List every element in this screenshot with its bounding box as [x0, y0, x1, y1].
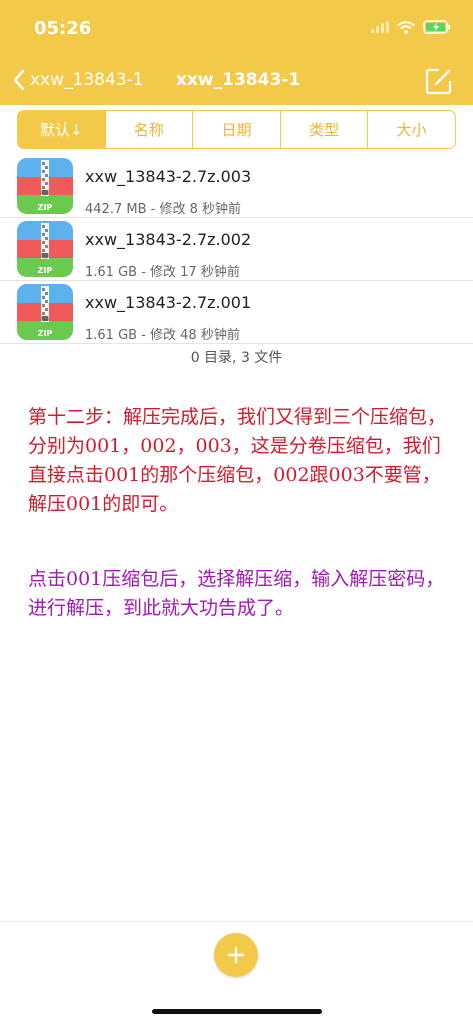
file-name: xxw_13843-2.7z.003	[85, 167, 252, 186]
zip-archive-icon: ZIP	[17, 158, 73, 214]
plus-icon	[227, 946, 245, 964]
status-bar: 05:26	[0, 0, 473, 56]
sort-tab-default[interactable]: 默认↓	[18, 111, 105, 148]
svg-text:ZIP: ZIP	[38, 266, 53, 275]
back-button-label: xxw_13843-1	[30, 70, 144, 90]
navigation-bar: xxw_13843-1 xxw_13843-1	[0, 56, 473, 104]
home-indicator	[152, 1009, 322, 1014]
svg-text:ZIP: ZIP	[38, 329, 53, 338]
file-list: ZIP xxw_13843-2.7z.003 442.7 MB - 修改 8 秒…	[0, 155, 473, 344]
app-header: 05:26 xxw_13843-1 xxw_13843-1	[0, 0, 473, 105]
file-row-002[interactable]: ZIP xxw_13843-2.7z.002 1.61 GB - 修改 17 秒…	[0, 218, 473, 281]
edit-icon	[425, 68, 452, 95]
svg-text:ZIP: ZIP	[38, 203, 53, 212]
zip-archive-icon: ZIP	[17, 221, 73, 277]
file-row-001[interactable]: ZIP xxw_13843-2.7z.001 1.61 GB - 修改 48 秒…	[0, 281, 473, 344]
sort-tab-size[interactable]: 大小	[367, 111, 455, 148]
battery-charging-icon	[423, 20, 450, 34]
cellular-signal-icon	[371, 21, 389, 33]
page-title: xxw_13843-1	[176, 70, 301, 90]
status-time: 05:26	[34, 18, 92, 39]
back-button[interactable]: xxw_13843-1	[12, 65, 144, 95]
file-meta: 442.7 MB - 修改 8 秒钟前	[85, 202, 241, 217]
zip-archive-icon: ZIP	[17, 284, 73, 340]
file-row-003[interactable]: ZIP xxw_13843-2.7z.003 442.7 MB - 修改 8 秒…	[0, 155, 473, 218]
wifi-icon	[397, 20, 415, 34]
file-meta: 1.61 GB - 修改 48 秒钟前	[85, 328, 240, 343]
sort-segmented-control: 默认↓ 名称 日期 类型 大小	[17, 110, 456, 149]
sort-tab-name[interactable]: 名称	[104, 111, 193, 148]
sort-tab-type[interactable]: 类型	[279, 111, 368, 148]
status-icons	[371, 20, 451, 34]
edit-button[interactable]	[425, 67, 453, 95]
file-name: xxw_13843-2.7z.002	[85, 230, 252, 249]
sort-tab-date[interactable]: 日期	[192, 111, 280, 148]
tutorial-annotation-next: 点击001压缩包后，选择解压缩，输入解压密码，进行解压，到此就大功告成了。	[28, 568, 445, 619]
bottom-toolbar	[0, 921, 473, 1024]
chevron-left-icon	[13, 69, 25, 91]
file-name: xxw_13843-2.7z.001	[85, 293, 252, 312]
file-meta: 1.61 GB - 修改 17 秒钟前	[85, 265, 240, 280]
add-button[interactable]	[214, 933, 258, 977]
directory-summary: 0 目录, 3 文件	[190, 350, 283, 366]
tutorial-annotation-step12: 第十二步：解压完成后，我们又得到三个压缩包，分别为001，002，003，这是分…	[28, 406, 447, 515]
